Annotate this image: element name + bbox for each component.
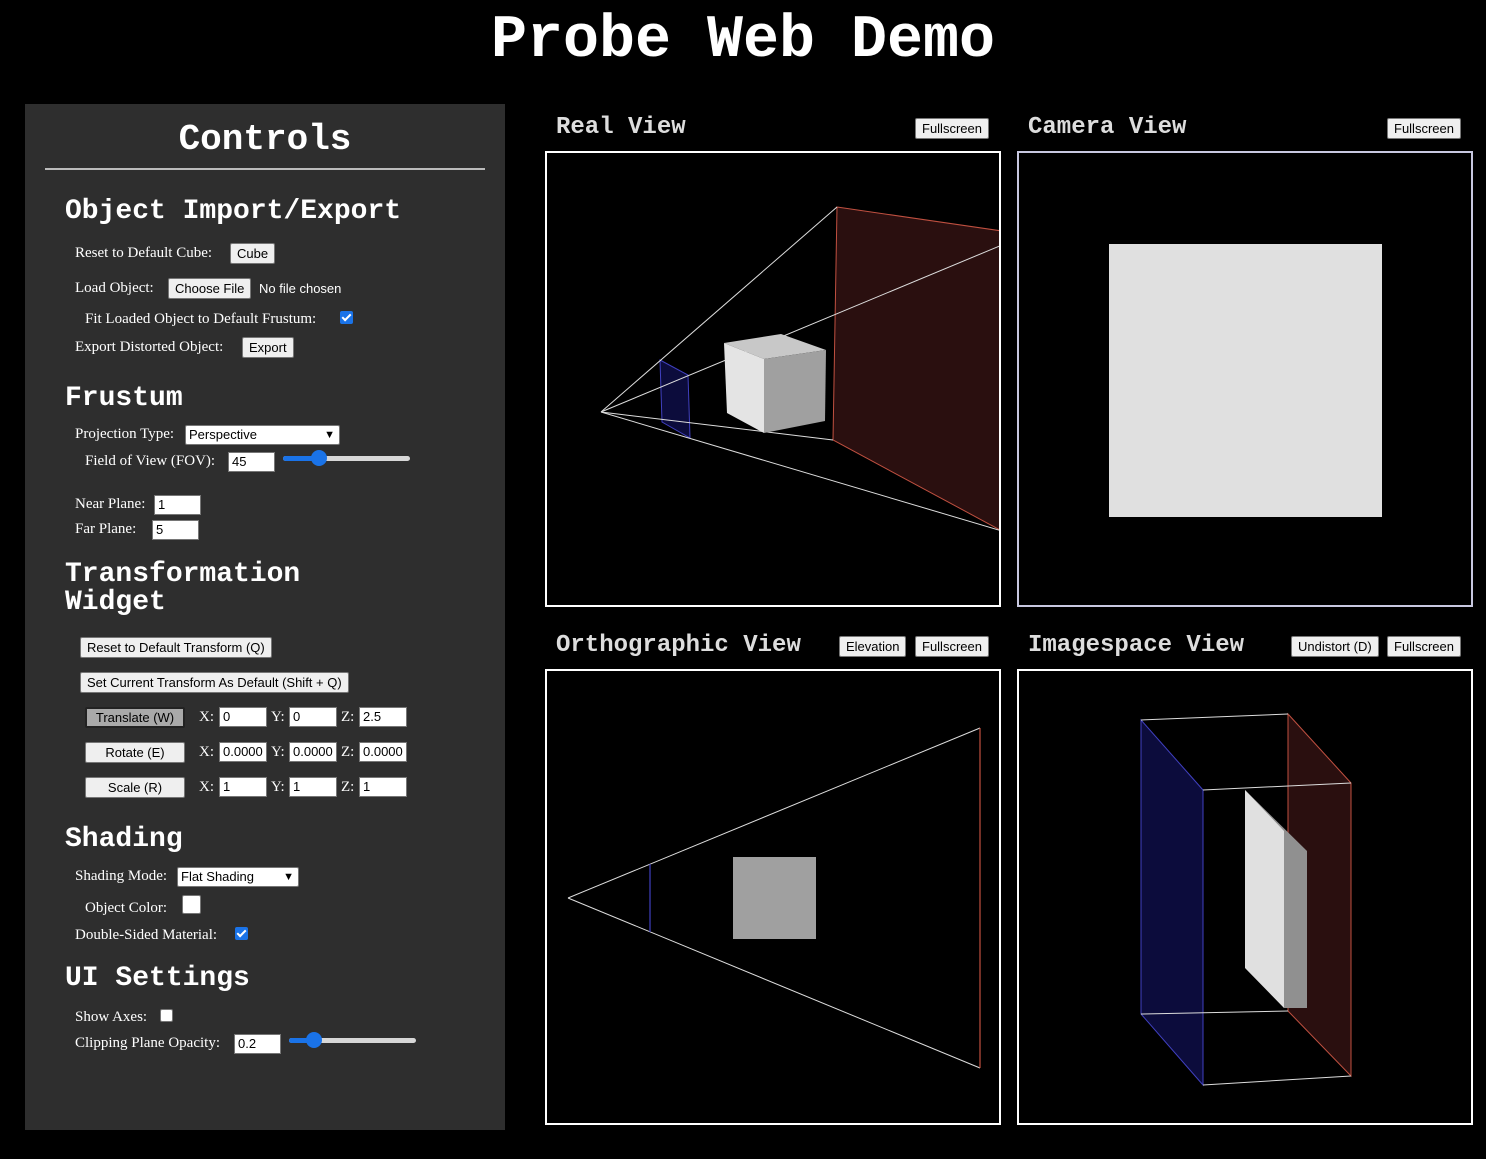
camera-view-scene	[1109, 244, 1382, 517]
controls-heading: Controls	[178, 119, 352, 160]
file-status: No file chosen	[259, 281, 342, 296]
scale-z-label: Z:	[341, 779, 355, 795]
real-view-scene	[600, 206, 999, 531]
clipping-opacity-label: Clipping Plane Opacity:	[75, 1035, 220, 1051]
projection-type-value: Perspective	[189, 427, 257, 442]
fit-object-checkbox[interactable]	[340, 311, 353, 324]
fit-object-label: Fit Loaded Object to Default Frustum:	[85, 311, 317, 327]
opacity-slider-thumb[interactable]	[306, 1032, 323, 1048]
transform-heading-line1: Transformation	[65, 559, 301, 590]
chevron-down-icon: ▼	[324, 429, 335, 441]
cube-ortho-face	[733, 857, 816, 939]
scale-z-input[interactable]: 1	[359, 777, 407, 797]
reset-cube-label: Reset to Default Cube:	[75, 245, 213, 261]
translate-z-label: Z:	[341, 709, 355, 725]
scale-y-label: Y:	[271, 779, 285, 795]
clipping-opacity-input[interactable]: 0.2	[234, 1034, 281, 1054]
translate-x-input[interactable]: 0	[219, 707, 267, 727]
scale-x-label: X:	[199, 779, 214, 795]
rotate-button[interactable]: Rotate (E)	[85, 742, 185, 763]
camera-view-fullscreen-button[interactable]: Fullscreen	[1387, 118, 1461, 139]
real-view-fullscreen-button[interactable]: Fullscreen	[915, 118, 989, 139]
transform-heading-line2: Widget	[65, 587, 166, 618]
undistort-button[interactable]: Undistort (D)	[1291, 636, 1379, 657]
object-color-swatch[interactable]	[182, 895, 201, 914]
chevron-down-icon: ▼	[283, 871, 294, 883]
real-view-title: Real View	[556, 114, 686, 141]
ortho-view-title: Orthographic View	[556, 632, 801, 659]
fov-input[interactable]: 45	[228, 452, 275, 472]
cube-button[interactable]: Cube	[230, 243, 276, 264]
rotate-y-input[interactable]: 0.0000	[289, 742, 337, 762]
clipping-opacity-slider[interactable]	[289, 1032, 416, 1048]
near-plane-label: Near Plane:	[75, 496, 146, 512]
rotate-x-input[interactable]: 0.0000	[219, 742, 267, 762]
translate-button[interactable]: Translate (W)	[85, 707, 185, 728]
controls-divider	[45, 168, 485, 170]
translate-y-input[interactable]: 0	[289, 707, 337, 727]
far-plane	[832, 206, 999, 530]
ortho-view-canvas[interactable]	[545, 669, 1001, 1125]
projection-type-label: Projection Type:	[75, 426, 175, 442]
shading-mode-select[interactable]: Flat Shading ▼	[177, 867, 299, 887]
cube-camera-face	[1109, 244, 1382, 517]
shading-mode-value: Flat Shading	[181, 869, 254, 884]
import-export-heading: Object Import/Export	[65, 196, 402, 227]
set-default-transform-button[interactable]: Set Current Transform As Default (Shift …	[80, 672, 349, 693]
shading-mode-label: Shading Mode:	[75, 868, 168, 884]
rotate-x-label: X:	[199, 744, 214, 760]
far-plane-input[interactable]: 5	[152, 520, 199, 540]
scale-y-input[interactable]: 1	[289, 777, 337, 797]
imagespace-view-canvas[interactable]	[1017, 669, 1473, 1125]
near-plane	[659, 359, 691, 439]
double-sided-checkbox[interactable]	[235, 927, 248, 940]
ortho-view-scene	[567, 727, 981, 1069]
imagespace-near-plane	[1140, 718, 1204, 1087]
real-view-canvas[interactable]	[545, 151, 1001, 607]
fov-label: Field of View (FOV):	[85, 453, 216, 469]
load-object-label: Load Object:	[75, 280, 154, 296]
double-sided-label: Double-Sided Material:	[75, 927, 218, 943]
rotate-z-label: Z:	[341, 744, 355, 760]
camera-view-canvas[interactable]	[1017, 151, 1473, 607]
scale-button[interactable]: Scale (R)	[85, 777, 185, 798]
export-label: Export Distorted Object:	[75, 339, 224, 355]
camera-view-title: Camera View	[1028, 114, 1187, 141]
far-plane-label: Far Plane:	[75, 521, 137, 537]
ortho-view-fullscreen-button[interactable]: Fullscreen	[915, 636, 989, 657]
rotate-y-label: Y:	[271, 744, 285, 760]
ui-settings-heading: UI Settings	[65, 963, 250, 994]
object-color-label: Object Color:	[85, 900, 168, 916]
elevation-button[interactable]: Elevation	[839, 636, 907, 657]
imagespace-view-fullscreen-button[interactable]: Fullscreen	[1387, 636, 1461, 657]
page-title: Probe Web Demo	[490, 7, 996, 75]
controls-panel: Controls Object Import/Export Reset to D…	[25, 104, 505, 1130]
scale-x-input[interactable]: 1	[219, 777, 267, 797]
projection-type-select[interactable]: Perspective ▼	[185, 425, 340, 445]
show-axes-label: Show Axes:	[75, 1009, 148, 1025]
shading-heading: Shading	[65, 824, 183, 855]
imagespace-view-scene	[1140, 712, 1352, 1087]
choose-file-button[interactable]: Choose File	[168, 278, 252, 299]
show-axes-checkbox[interactable]	[160, 1009, 173, 1022]
translate-y-label: Y:	[271, 709, 285, 725]
translate-x-label: X:	[199, 709, 214, 725]
export-button[interactable]: Export	[242, 337, 294, 358]
near-plane-input[interactable]: 1	[154, 495, 201, 515]
fov-slider-thumb[interactable]	[310, 450, 327, 466]
reset-transform-button[interactable]: Reset to Default Transform (Q)	[80, 637, 272, 658]
frustum-heading: Frustum	[65, 383, 183, 414]
cube-side-face	[764, 350, 826, 433]
rotate-z-input[interactable]: 0.0000	[359, 742, 407, 762]
translate-z-input[interactable]: 2.5	[359, 707, 407, 727]
imagespace-view-title: Imagespace View	[1028, 632, 1245, 659]
fov-slider[interactable]	[283, 450, 410, 466]
